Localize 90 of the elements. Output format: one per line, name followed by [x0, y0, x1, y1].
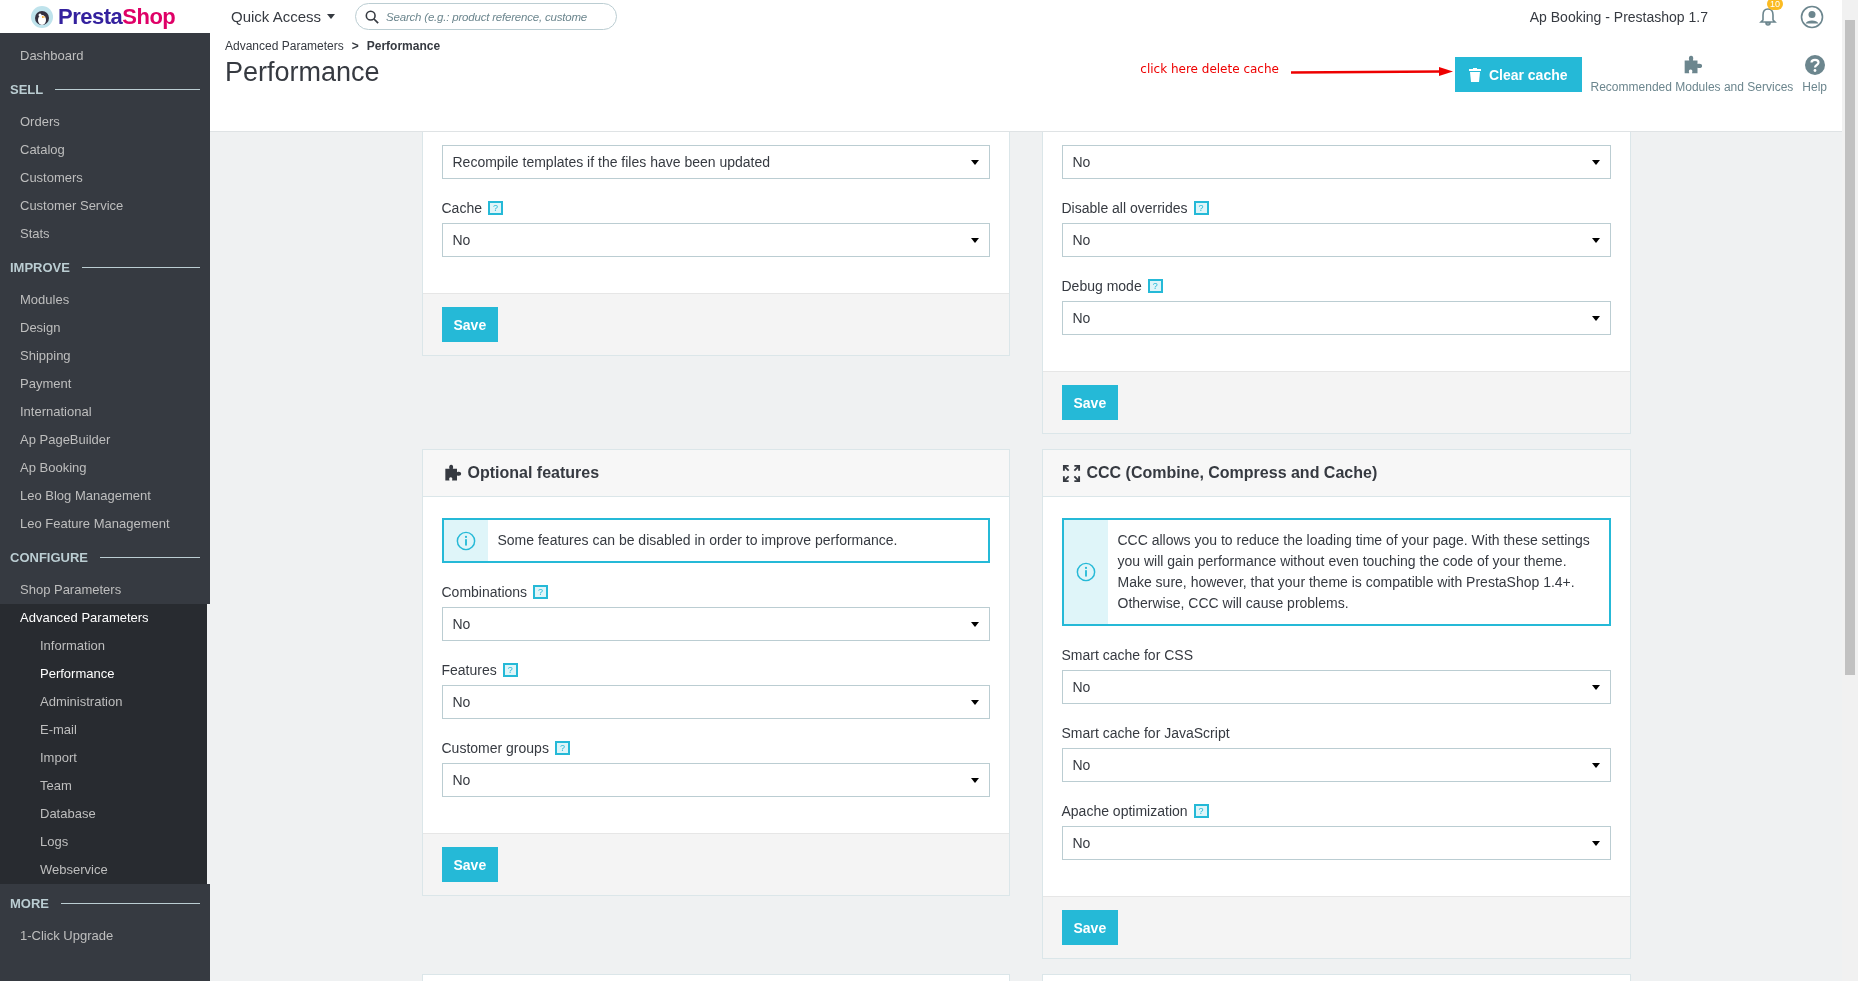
- info-icon: [455, 530, 476, 551]
- expand-icon: [1061, 463, 1081, 483]
- notification-badge: 10: [1767, 0, 1783, 10]
- select-field[interactable]: No: [1061, 145, 1611, 179]
- sidebar-subitem[interactable]: E-mail: [0, 716, 207, 744]
- caret-icon: [1591, 237, 1600, 243]
- field-label: Apache optimization: [1061, 803, 1188, 819]
- sidebar-subitem[interactable]: Information: [0, 632, 207, 660]
- field-label: Smart cache for CSS: [1061, 647, 1193, 663]
- user-icon[interactable]: [1800, 4, 1824, 29]
- sidebar-item[interactable]: Customer Service: [0, 192, 210, 220]
- logo-icon[interactable]: [30, 4, 54, 29]
- sidebar-subitem[interactable]: Team: [0, 772, 207, 800]
- caret-icon: [970, 621, 979, 627]
- caret-icon: [1591, 159, 1600, 165]
- select-field[interactable]: No: [1061, 223, 1611, 257]
- section-heading: IMPROVE: [10, 259, 70, 275]
- select-field[interactable]: No: [441, 223, 990, 257]
- alert-text: Some features can be disabled in order to improve performance.: [496, 531, 899, 550]
- logo-text[interactable]: PrestaShop: [58, 3, 176, 30]
- panel-title: CCC (Combine, Compress and Cache): [1086, 464, 1378, 482]
- alert-text: CCC allows you to reduce the loading time of your page. With these settings you will gain performance without even touching the code of your theme. Make sure, however, that your theme is compatible with PrestaShop 1.4+. Otherwise, CCC will cause problems.: [1116, 531, 1591, 613]
- field-label: Combinations: [441, 584, 528, 600]
- sidebar-item[interactable]: 1-Click Upgrade: [0, 922, 210, 950]
- sidebar-item[interactable]: International: [0, 398, 210, 426]
- breadcrumb-link[interactable]: Advanced Parameters: [225, 39, 344, 53]
- sidebar-subitem[interactable]: Import: [0, 744, 207, 772]
- field-label: Features: [441, 662, 497, 678]
- field-label: Cache: [441, 200, 482, 216]
- help-link[interactable]: Help: [1802, 54, 1827, 94]
- field-label: Debug mode: [1061, 278, 1142, 294]
- info-icon: [1075, 562, 1096, 582]
- select-field[interactable]: Recompile templates if the files have been updated: [441, 145, 990, 179]
- field-label: Smart cache for JavaScript: [1061, 725, 1230, 741]
- caret-icon: [1591, 840, 1600, 846]
- select-field[interactable]: No: [441, 685, 990, 719]
- sidebar-subitem[interactable]: Logs: [0, 828, 207, 856]
- scrollbar-thumb[interactable]: [1845, 20, 1855, 675]
- select-field[interactable]: No: [1061, 748, 1611, 782]
- sidebar-item[interactable]: Advanced Parameters: [0, 604, 207, 632]
- sidebar-item[interactable]: Dashboard: [0, 42, 210, 70]
- section-heading: CONFIGURE: [10, 549, 88, 565]
- select-field[interactable]: No: [441, 607, 990, 641]
- caret-icon: [1591, 315, 1600, 321]
- caret-icon: [1591, 684, 1600, 690]
- sidebar-item[interactable]: Customers: [0, 164, 210, 192]
- search-icon: [365, 10, 380, 24]
- sidebar-subitem[interactable]: Webservice: [0, 856, 207, 884]
- select-field[interactable]: No: [1061, 301, 1611, 335]
- sidebar-item[interactable]: Stats: [0, 220, 210, 248]
- recommended-modules-link[interactable]: Recommended Modules and Services: [1590, 54, 1794, 94]
- section-heading: SELL: [10, 81, 44, 97]
- sidebar-item[interactable]: Orders: [0, 108, 210, 136]
- sidebar-item[interactable]: Ap Booking: [0, 454, 210, 482]
- help-icon: [1803, 54, 1826, 76]
- sidebar-item[interactable]: Design: [0, 314, 210, 342]
- caret-icon: [970, 699, 979, 705]
- sidebar-subitem[interactable]: Administration: [0, 688, 207, 716]
- shop-name[interactable]: Ap Booking - Prestashop 1.7: [1529, 8, 1708, 25]
- sidebar-item[interactable]: Payment: [0, 370, 210, 398]
- caret-icon: [970, 159, 979, 165]
- sidebar-item[interactable]: Shipping: [0, 342, 210, 370]
- sidebar-item[interactable]: Leo Blog Management: [0, 482, 210, 510]
- bell-icon[interactable]: [1758, 6, 1778, 27]
- breadcrumb-current: Performance: [366, 39, 441, 53]
- field-label: Disable all overrides: [1061, 200, 1188, 216]
- sidebar-subitem[interactable]: Database: [0, 800, 207, 828]
- search-field[interactable]: Search (e.g.: product reference, custome: [355, 3, 618, 30]
- breadcrumb-separator: >: [351, 39, 359, 53]
- sidebar-item[interactable]: Catalog: [0, 136, 210, 164]
- sidebar-item[interactable]: Shop Parameters: [0, 576, 210, 604]
- scrollbar[interactable]: [1842, 0, 1858, 981]
- sidebar-item[interactable]: Modules: [0, 286, 210, 314]
- caret-icon: [970, 237, 979, 243]
- field-label: Customer groups: [441, 740, 549, 756]
- caret-icon: [327, 14, 336, 19]
- sidebar-item[interactable]: Ap PageBuilder: [0, 426, 210, 454]
- select-field[interactable]: No: [441, 763, 990, 797]
- panel-title: Optional features: [467, 464, 600, 482]
- annotation-text: click here delete cache: [1140, 62, 1279, 76]
- page-title: Performance: [225, 57, 381, 88]
- caret-icon: [970, 777, 979, 783]
- sidebar-item[interactable]: Leo Feature Management: [0, 510, 210, 538]
- trash-icon: [1468, 67, 1481, 82]
- select-field[interactable]: No: [1061, 670, 1611, 704]
- sidebar-subitem[interactable]: Performance: [0, 660, 207, 688]
- select-field[interactable]: No: [1061, 826, 1611, 860]
- section-heading: MORE: [10, 895, 49, 911]
- quick-access-menu[interactable]: Quick Access: [225, 8, 342, 25]
- caret-icon: [1591, 762, 1600, 768]
